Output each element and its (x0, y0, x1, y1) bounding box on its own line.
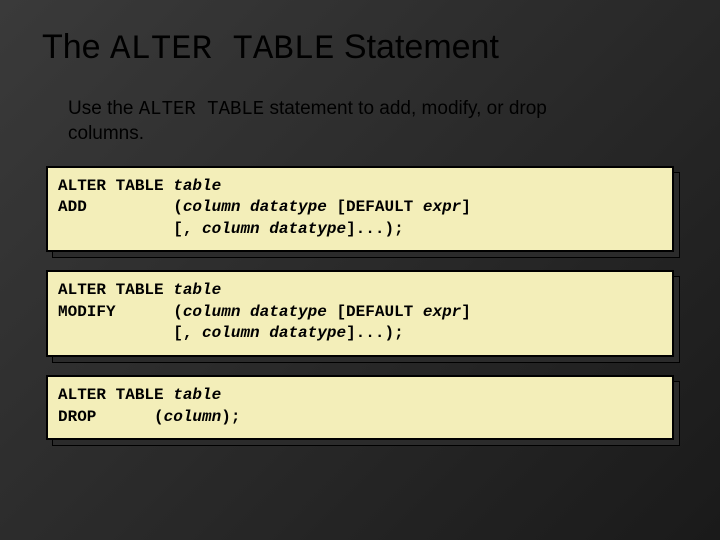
code-text: ADD ( (58, 198, 183, 216)
codeblock-modify-wrap: ALTER TABLE table MODIFY (column datatyp… (46, 270, 674, 357)
code-text: ] (461, 198, 471, 216)
title-prefix: The (42, 28, 110, 66)
code-ital: column (164, 408, 222, 426)
code-text: ] (461, 303, 471, 321)
slide-description: Use the ALTER TABLE statement to add, mo… (68, 97, 628, 146)
title-mono: ALTER TABLE (110, 31, 334, 69)
code-ital: expr (423, 198, 461, 216)
code-text: [, (58, 220, 202, 238)
codeblock-drop: ALTER TABLE table DROP (column); (46, 375, 674, 440)
slide-title: The ALTER TABLE Statement (42, 28, 682, 69)
code-text: ALTER TABLE (58, 177, 173, 195)
code-ital: column datatype (183, 303, 337, 321)
code-text: ]...); (346, 220, 404, 238)
codeblock-drop-wrap: ALTER TABLE table DROP (column); (46, 375, 674, 440)
code-ital: table (173, 386, 221, 404)
code-ital: column datatype (202, 220, 346, 238)
code-ital: table (173, 177, 221, 195)
code-ital: table (173, 281, 221, 299)
desc-part1: Use the (68, 98, 139, 119)
code-text: ); (221, 408, 240, 426)
code-text: [DEFAULT (336, 198, 422, 216)
code-text: [DEFAULT (336, 303, 422, 321)
title-suffix: Statement (334, 28, 498, 66)
code-text: DROP ( (58, 408, 164, 426)
code-ital: expr (423, 303, 461, 321)
codeblock-modify: ALTER TABLE table MODIFY (column datatyp… (46, 270, 674, 357)
codeblock-add-wrap: ALTER TABLE table ADD (column datatype [… (46, 166, 674, 253)
codeblock-add: ALTER TABLE table ADD (column datatype [… (46, 166, 674, 253)
code-text: ALTER TABLE (58, 386, 173, 404)
code-text: ]...); (346, 324, 404, 342)
code-text: MODIFY ( (58, 303, 183, 321)
code-ital: column datatype (202, 324, 346, 342)
code-text: ALTER TABLE (58, 281, 173, 299)
slide: The ALTER TABLE Statement Use the ALTER … (0, 0, 720, 540)
code-ital: column datatype (183, 198, 337, 216)
desc-mono: ALTER TABLE (139, 98, 264, 120)
code-text: [, (58, 324, 202, 342)
